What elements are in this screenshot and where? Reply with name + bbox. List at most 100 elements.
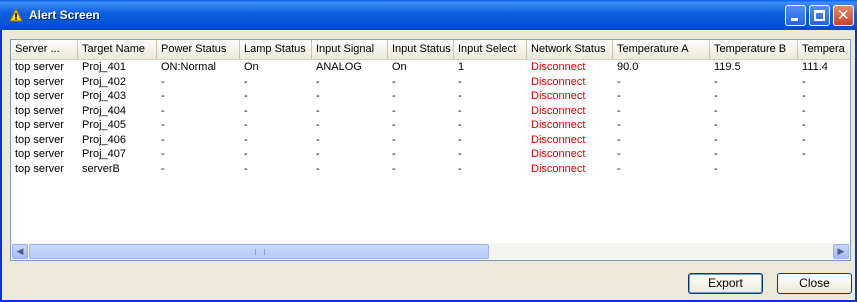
table-cell: - xyxy=(316,90,320,102)
table-cell: - xyxy=(617,148,621,160)
table-cell: - xyxy=(458,148,462,160)
column-header[interactable]: Temperature B xyxy=(710,40,798,59)
table-cell: Disconnect xyxy=(531,104,586,117)
column-header[interactable]: Input Status xyxy=(388,40,454,59)
scroll-thumb[interactable] xyxy=(29,244,489,259)
table-cell: - xyxy=(458,75,462,88)
table-cell: - xyxy=(714,75,718,88)
column-header[interactable]: Power Status xyxy=(157,40,240,59)
table-cell: - xyxy=(714,162,718,175)
table-cell: - xyxy=(392,148,396,160)
table-row[interactable]: top server serverB - - - - - Disconnect - - xyxy=(11,162,850,176)
table-cell: top server xyxy=(15,104,64,117)
table-cell: 111.4 xyxy=(802,61,828,73)
table-cell: 119.5 xyxy=(714,61,741,73)
table-cell: - xyxy=(161,133,165,146)
table-cell: - xyxy=(244,119,248,131)
table-row[interactable]: top server Proj_403 - - - - - Disconnect - - - xyxy=(11,89,850,103)
close-window-button[interactable]: ✕ xyxy=(833,5,854,26)
table-cell: Disconnect xyxy=(531,162,586,175)
table-cell: - xyxy=(316,162,320,175)
column-header[interactable]: Temperature A xyxy=(613,40,710,59)
table-cell: - xyxy=(392,162,396,175)
table-cell: - xyxy=(458,119,462,131)
table-cell: - xyxy=(316,133,320,146)
table-cell: top server xyxy=(15,61,64,73)
table-cell: - xyxy=(617,119,621,131)
table-cell: - xyxy=(161,162,165,175)
table-row[interactable]: top server Proj_405 - - - - - Disconnect - - - xyxy=(11,118,850,132)
table-cell: Proj_406 xyxy=(82,133,127,146)
table-cell: - xyxy=(316,104,320,117)
table-cell: - xyxy=(392,90,396,102)
table-cell: - xyxy=(316,148,320,160)
table-cell: - xyxy=(392,133,396,146)
table-cell: ON:Normal xyxy=(161,61,217,73)
table-cell: On xyxy=(244,61,259,73)
table-cell: - xyxy=(458,90,462,102)
table-cell: Proj_403 xyxy=(82,90,127,102)
table-row[interactable]: top server Proj_404 - - - - - Disconnect - - - xyxy=(11,104,850,118)
title-bar[interactable]: Alert Screen ✕ xyxy=(0,0,857,30)
table-cell: - xyxy=(244,162,248,175)
table-cell: On xyxy=(392,61,407,73)
scroll-left-arrow-icon[interactable]: ◀ xyxy=(12,244,28,259)
table-cell: - xyxy=(458,133,462,146)
horizontal-scrollbar[interactable]: ◀ ▶ xyxy=(11,243,850,260)
window-title: Alert Screen xyxy=(29,8,100,22)
column-header[interactable]: Lamp Status xyxy=(240,40,312,59)
table-cell: - xyxy=(244,90,248,102)
maximize-button[interactable] xyxy=(809,5,830,26)
table-cell: Disconnect xyxy=(531,148,586,160)
table-cell: - xyxy=(714,148,718,160)
list-header: Server ... Target Name Power Status Lamp St… xyxy=(11,40,850,60)
table-cell: - xyxy=(617,104,621,117)
scroll-grip-icon xyxy=(255,249,265,255)
table-cell: Disconnect xyxy=(531,75,586,88)
table-cell: - xyxy=(161,104,165,117)
alert-list[interactable]: Server ... Target Name Power Status Lamp St… xyxy=(10,39,851,261)
table-cell: serverB xyxy=(82,162,120,175)
table-cell: - xyxy=(244,148,248,160)
table-cell: Proj_407 xyxy=(82,148,127,160)
table-cell: - xyxy=(802,148,806,160)
table-cell: - xyxy=(714,104,718,117)
table-cell: - xyxy=(244,75,248,88)
table-cell: Disconnect xyxy=(531,61,586,73)
table-cell: - xyxy=(316,119,320,131)
column-header[interactable]: Network Status xyxy=(527,40,613,59)
table-cell: - xyxy=(161,90,165,102)
export-button[interactable]: Export xyxy=(688,273,763,294)
column-header[interactable]: Target Name xyxy=(78,40,157,59)
table-row[interactable]: top server Proj_401 ON:Normal On ANALOG On 1 Di… xyxy=(11,60,850,74)
table-row[interactable]: top server Proj_402 - - - - - Disconnect - - - xyxy=(11,75,850,89)
table-cell: Proj_405 xyxy=(82,119,127,131)
table-cell: - xyxy=(802,75,806,88)
table-cell xyxy=(798,162,850,176)
column-header[interactable]: Server ... xyxy=(11,40,78,59)
table-cell: 1 xyxy=(458,61,465,73)
table-cell: top server xyxy=(15,162,64,175)
table-cell: - xyxy=(617,133,621,146)
table-cell: - xyxy=(244,133,248,146)
minimize-button[interactable] xyxy=(785,5,806,26)
table-cell: - xyxy=(802,133,806,146)
column-header[interactable]: Tempera xyxy=(798,40,850,59)
table-cell: top server xyxy=(15,75,64,88)
table-cell: - xyxy=(316,75,320,88)
scroll-right-arrow-icon[interactable]: ▶ xyxy=(833,244,849,259)
table-cell: Proj_402 xyxy=(82,75,127,88)
table-cell: - xyxy=(714,90,718,102)
table-cell: - xyxy=(714,119,718,131)
warning-triangle-icon xyxy=(9,8,23,22)
close-button[interactable]: Close xyxy=(777,273,852,294)
table-cell: - xyxy=(802,90,806,102)
column-header[interactable]: Input Select xyxy=(454,40,527,59)
table-cell: - xyxy=(617,90,621,102)
column-header[interactable]: Input Signal xyxy=(312,40,388,59)
table-row[interactable]: top server Proj_407 - - - - - Disconnect - - - xyxy=(11,147,850,161)
table-cell: ANALOG xyxy=(316,61,362,73)
table-cell: top server xyxy=(15,148,64,160)
table-cell: - xyxy=(161,75,165,88)
table-row[interactable]: top server Proj_406 - - - - - Disconnect - - - xyxy=(11,133,850,147)
